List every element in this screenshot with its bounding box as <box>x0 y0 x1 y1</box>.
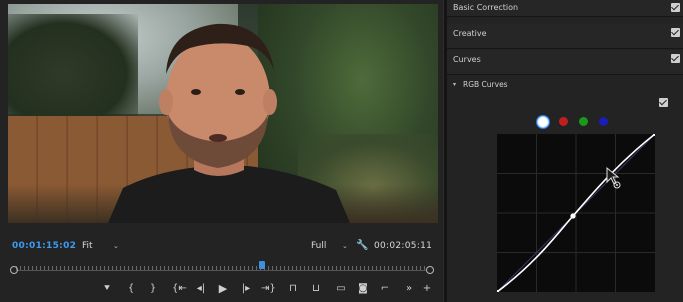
section-creative[interactable]: Creative <box>447 24 683 49</box>
curve-channel-selector <box>537 116 617 129</box>
time-ruler[interactable] <box>10 265 434 275</box>
settings-wrench-icon[interactable]: 🔧 <box>356 240 368 251</box>
step-back-button[interactable]: ◂| <box>194 283 208 295</box>
luma-channel-button[interactable] <box>537 116 549 128</box>
playhead-marker[interactable] <box>259 261 265 269</box>
curves-checkbox[interactable] <box>671 54 680 63</box>
add-button[interactable]: + <box>420 283 434 295</box>
chevron-down-icon[interactable]: ▾ <box>453 81 456 88</box>
section-basic-correction[interactable]: Basic Correction <box>447 0 683 17</box>
mark-out-button[interactable]: } <box>146 283 160 295</box>
export-frame-button[interactable]: ◙ <box>356 283 370 295</box>
chevron-down-icon[interactable]: ⌄ <box>342 242 348 250</box>
go-to-in-button[interactable]: {⇤ <box>172 283 187 295</box>
step-forward-button[interactable]: |▸ <box>239 283 253 295</box>
program-monitor: 00:01:15:02 Fit ⌄ Full ⌄ 🔧 00:02:05:11 ⯆… <box>0 0 443 302</box>
add-marker-button[interactable]: ⯆ <box>100 283 114 295</box>
transport-controls: ⯆ {} {⇤ ◂| ▶ |▸ ⇥} ⊓ ⊔ ▭ ◙ ⌐ » + <box>90 283 440 297</box>
playback-resolution-select[interactable]: Full <box>311 241 326 251</box>
playhead-timecode[interactable]: 00:01:15:02 <box>12 241 76 251</box>
rgb-curve-graph[interactable] <box>497 134 655 292</box>
safe-margins-button[interactable]: ▭ <box>334 283 348 295</box>
zoom-level-select[interactable]: Fit <box>82 241 93 251</box>
rgb-curves-checkbox[interactable] <box>659 98 668 107</box>
chevron-down-icon[interactable]: ⌄ <box>113 242 119 250</box>
mark-in-button[interactable]: { <box>124 283 138 295</box>
lumetri-color-panel: Basic Correction Creative Curves ▾ RGB C… <box>447 0 683 302</box>
video-preview[interactable] <box>8 4 438 223</box>
section-label: Creative <box>453 29 487 38</box>
red-channel-button[interactable] <box>559 117 568 126</box>
premiere-workspace: 00:01:15:02 Fit ⌄ Full ⌄ 🔧 00:02:05:11 ⯆… <box>0 0 683 302</box>
presenter-figure <box>108 23 350 223</box>
lift-button[interactable]: ⊓ <box>286 283 300 295</box>
in-point-handle[interactable] <box>10 266 18 274</box>
blue-channel-button[interactable] <box>599 117 608 126</box>
play-button[interactable]: ▶ <box>216 283 230 295</box>
green-channel-button[interactable] <box>579 117 588 126</box>
duration-timecode: 00:02:05:11 <box>374 241 433 251</box>
section-label: Curves <box>453 55 481 64</box>
button-editor-overflow[interactable]: » <box>402 283 416 295</box>
monitor-info-bar: 00:01:15:02 Fit ⌄ Full ⌄ 🔧 00:02:05:11 <box>0 240 443 256</box>
basic-correction-checkbox[interactable] <box>671 3 680 12</box>
comparison-view-button[interactable]: ⌐ <box>378 283 392 295</box>
section-label: Basic Correction <box>453 3 519 12</box>
extract-button[interactable]: ⊔ <box>309 283 323 295</box>
creative-checkbox[interactable] <box>671 28 680 37</box>
rgb-curves-label[interactable]: RGB Curves <box>463 80 508 89</box>
out-point-handle[interactable] <box>426 266 434 274</box>
go-to-out-button[interactable]: ⇥} <box>261 283 276 295</box>
curve-control-point[interactable] <box>570 213 576 219</box>
section-curves[interactable]: Curves <box>447 50 683 75</box>
